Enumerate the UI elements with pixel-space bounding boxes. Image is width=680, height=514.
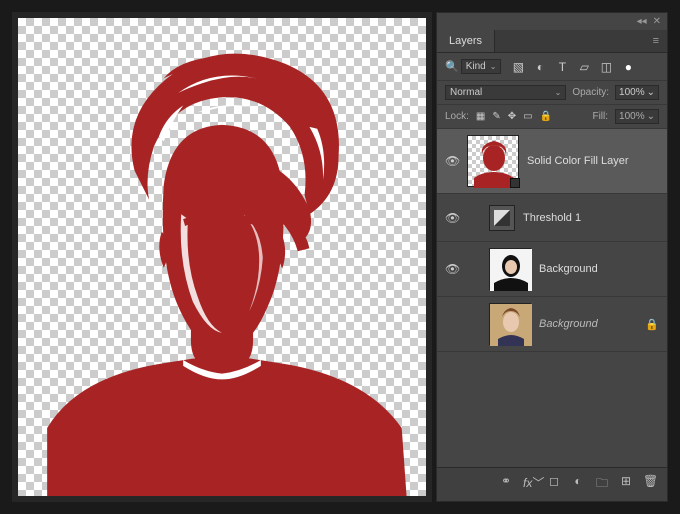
chevron-down-icon: ⌄: [647, 87, 655, 98]
lock-image-icon[interactable]: ✎: [492, 111, 500, 122]
layer-name[interactable]: Background: [539, 318, 598, 330]
lock-row: Lock: ▦ ✎ ✥ ▭ 🔒 Fill: 100% ⌄: [437, 105, 667, 129]
layer-thumbnail[interactable]: [489, 303, 531, 345]
layer-thumbnail[interactable]: [467, 135, 519, 187]
new-adjustment-icon[interactable]: ◐: [571, 474, 585, 495]
lock-icon: 🔒: [645, 318, 659, 331]
lock-label: Lock:: [445, 111, 469, 122]
canvas-content: [18, 18, 426, 496]
filter-kind-label: Kind: [466, 61, 486, 72]
add-mask-icon[interactable]: ◻: [547, 474, 561, 495]
layer-name[interactable]: Solid Color Fill Layer: [527, 155, 628, 167]
visibility-toggle-icon[interactable]: 👁: [445, 262, 459, 276]
delete-layer-icon[interactable]: 🗑: [643, 474, 657, 495]
layer-list: 👁 Solid Color Fill Layer 👁 Threshold 1 👁: [437, 129, 667, 467]
close-panel-icon[interactable]: ✕: [653, 16, 661, 27]
filter-shape-icon[interactable]: ▱: [577, 60, 591, 74]
opacity-value: 100%: [619, 87, 645, 98]
blend-mode-dropdown[interactable]: Normal ⌄: [445, 85, 566, 100]
lock-position-icon[interactable]: ✥: [508, 111, 516, 122]
new-layer-icon[interactable]: ⊞: [619, 474, 633, 495]
chevron-down-icon: ⌄: [490, 62, 497, 71]
layer-row[interactable]: 👁 Threshold 1: [437, 194, 667, 242]
search-icon: 🔍: [445, 60, 459, 73]
filter-type-icon[interactable]: T: [555, 60, 569, 74]
fill-value: 100%: [619, 111, 645, 122]
lock-artboard-icon[interactable]: ▭: [523, 111, 532, 122]
fill-input[interactable]: 100% ⌄: [615, 109, 659, 124]
layer-name[interactable]: Threshold 1: [523, 212, 581, 224]
lock-transparency-icon[interactable]: ▦: [476, 111, 485, 122]
visibility-toggle-icon[interactable]: 👁: [445, 211, 459, 225]
layer-effects-icon[interactable]: fx﹀: [523, 474, 537, 495]
blend-mode-value: Normal: [450, 87, 482, 98]
layer-name[interactable]: Background: [539, 263, 598, 275]
layer-thumbnail[interactable]: [489, 248, 531, 290]
layer-thumbnail[interactable]: [489, 205, 515, 231]
filter-smart-icon[interactable]: ◫: [599, 60, 613, 74]
panel-menu-icon[interactable]: ≡: [645, 30, 667, 52]
mask-indicator-icon: [510, 178, 520, 188]
chevron-down-icon: ⌄: [555, 88, 562, 97]
filter-search[interactable]: 🔍 Kind ⌄: [445, 59, 501, 74]
layers-tab[interactable]: Layers: [437, 30, 495, 52]
filter-pixel-icon[interactable]: ▧: [511, 60, 525, 74]
layer-row[interactable]: Background 🔒: [437, 297, 667, 352]
lock-all-icon[interactable]: 🔒: [540, 111, 552, 122]
collapse-icon[interactable]: ◂◂: [637, 16, 647, 27]
visibility-toggle-icon[interactable]: 👁: [445, 154, 459, 168]
link-layers-icon[interactable]: ⚭: [499, 474, 513, 495]
blend-mode-row: Normal ⌄ Opacity: 100% ⌄: [437, 81, 667, 105]
filter-toggle-icon[interactable]: ●: [621, 60, 635, 74]
canvas-area[interactable]: [12, 12, 432, 502]
layer-filter-row: 🔍 Kind ⌄ ▧ ◐ T ▱ ◫ ●: [437, 53, 667, 81]
chevron-down-icon: ⌄: [647, 111, 655, 122]
new-group-icon[interactable]: 🗀: [595, 474, 609, 495]
opacity-label: Opacity:: [572, 87, 609, 98]
filter-kind-dropdown[interactable]: Kind ⌄: [461, 59, 502, 74]
filter-adjustment-icon[interactable]: ◐: [533, 60, 547, 74]
layer-row[interactable]: 👁 Solid Color Fill Layer: [437, 129, 667, 194]
fill-label: Fill:: [592, 111, 608, 122]
layer-actions-bar: ⚭ fx﹀ ◻ ◐ 🗀 ⊞ 🗑: [437, 467, 667, 501]
layer-row[interactable]: 👁 Background: [437, 242, 667, 297]
layers-panel: ◂◂ ✕ Layers ≡ 🔍 Kind ⌄ ▧ ◐ T ▱ ◫ ●: [436, 12, 668, 502]
opacity-input[interactable]: 100% ⌄: [615, 85, 659, 100]
